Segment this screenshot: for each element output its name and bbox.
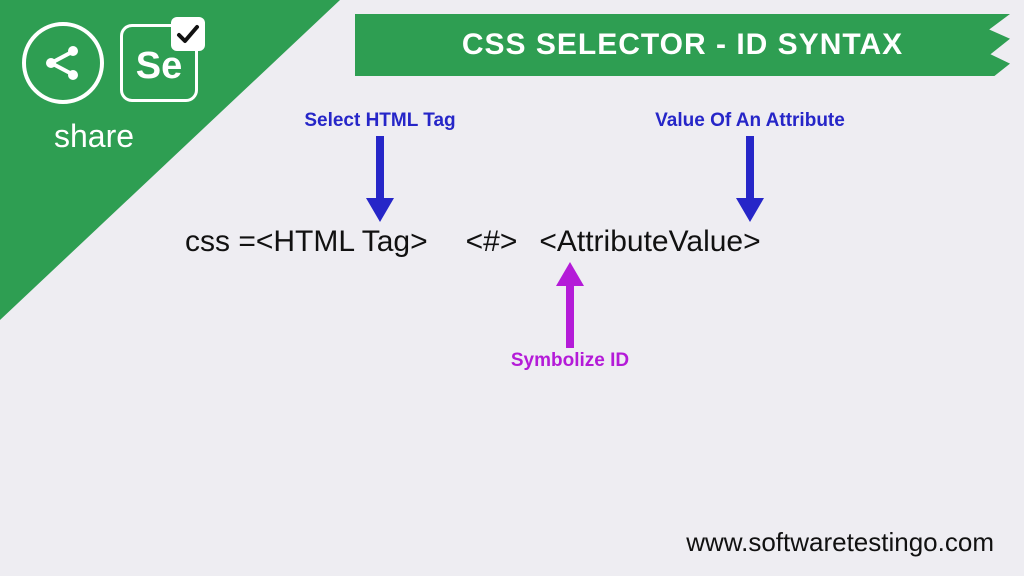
syntax-expression: css = <HTML Tag> <#> <AttributeValue> bbox=[185, 225, 985, 259]
arrow-up-icon bbox=[550, 262, 590, 350]
page-title: CSS SELECTOR - ID SYNTAX bbox=[462, 28, 903, 62]
syntax-attribute-value: <AttributeValue> bbox=[539, 225, 760, 259]
corner-content: Se share bbox=[0, 0, 260, 155]
footer-url: www.softwaretestingo.com bbox=[686, 527, 994, 558]
share-label: share bbox=[54, 118, 260, 155]
annotation-symbolize-id: Symbolize ID bbox=[480, 350, 660, 372]
checkmark-icon bbox=[171, 17, 205, 51]
share-icon bbox=[22, 22, 104, 104]
syntax-prefix: css = bbox=[185, 225, 256, 259]
arrow-down-icon bbox=[730, 132, 770, 224]
syntax-hash: <#> bbox=[466, 225, 518, 259]
annotation-select-tag: Select HTML Tag bbox=[280, 110, 480, 132]
syntax-html-tag: <HTML Tag> bbox=[256, 225, 428, 259]
arrow-down-icon bbox=[360, 132, 400, 224]
annotation-value-attr: Value Of An Attribute bbox=[620, 110, 880, 132]
selenium-icon: Se bbox=[120, 24, 198, 102]
title-ribbon: CSS SELECTOR - ID SYNTAX bbox=[355, 14, 1010, 76]
